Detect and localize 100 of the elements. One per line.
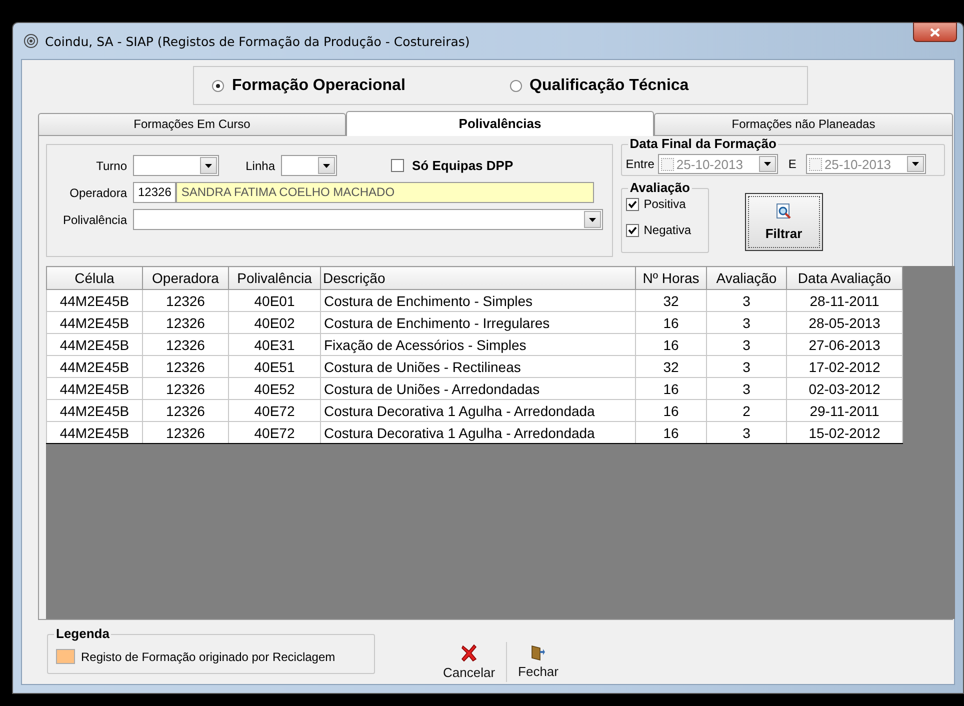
group-title: Avaliação [628,180,692,195]
search-icon [776,203,792,220]
tab[interactable]: Polivalências [346,111,654,136]
table-cell: Costura de Uniões - Rectilineas [320,356,636,378]
cross-icon [461,644,478,662]
table-cell: 3 [706,422,786,444]
date-picker[interactable]: 25-10-2013 [658,154,778,174]
table-cell: Costura de Enchimento - Irregulares [320,312,636,334]
column-header[interactable]: Avaliação [706,266,786,290]
checkbox[interactable] [391,159,404,172]
close-icon [930,28,940,36]
group-title: Legenda [54,626,112,641]
table-cell: 40E52 [228,378,320,400]
table-cell: 44M2E45B [46,334,142,356]
caret-icon [764,162,772,166]
group-title: Data Final da Formação [628,136,778,151]
table-cell: 40E72 [228,422,320,444]
checkbox-label: Negativa [644,223,692,237]
table-cell: 15-02-2012 [786,422,902,444]
date-picker[interactable]: 25-10-2013 [806,154,926,174]
close-button[interactable] [913,22,957,42]
table-cell: 2 [706,400,786,422]
table-cell: Fixação de Acessórios - Simples [320,334,636,356]
table-cell: 12326 [142,290,228,312]
table-cell: 32 [636,356,706,378]
table-cell: 44M2E45B [46,422,142,444]
table-cell: Costura Decorativa 1 Agulha - Arredondada [320,422,636,444]
input-field[interactable]: 12326 [133,182,176,203]
table-cell: 32 [636,290,706,312]
table-cell: 3 [706,290,786,312]
column-header[interactable]: Nº Horas [636,266,706,290]
table-cell: 44M2E45B [46,312,142,334]
checkbox[interactable] [626,224,639,236]
door-icon [531,645,546,661]
table-cell: 40E31 [228,334,320,356]
table-cell: 12326 [142,400,228,422]
field-label: Turno [95,158,128,172]
table-cell: 12326 [142,378,228,400]
table-cell: 12326 [142,422,228,444]
dropdown[interactable] [133,209,603,230]
table-cell: 16 [636,334,706,356]
tab[interactable]: Formações Em Curso [38,113,346,135]
radio-label: Formação Operacional [232,76,406,94]
tab[interactable]: Formações não Planeadas [654,113,953,135]
dropdown[interactable] [281,155,337,176]
column-header[interactable]: Data Avaliação [786,266,902,290]
checkbox-label: Só Equipas DPP [412,158,514,173]
window-title: Coindu, SA - SIAP (Registos de Formação da Produção - Costureiras) [45,34,470,48]
table-cell: 40E01 [228,290,320,312]
field-label: Entre [626,157,654,171]
table-cell: 12326 [142,312,228,334]
table-cell: 44M2E45B [46,378,142,400]
radio-button[interactable] [510,80,522,92]
table-cell: 12326 [142,356,228,378]
check-icon [628,226,637,234]
table-cell: 16 [636,400,706,422]
table-cell: 16 [636,422,706,444]
table-cell: 40E72 [228,400,320,422]
field-label: E [788,157,796,171]
table-cell: 3 [706,378,786,400]
table-cell: 28-11-2011 [786,290,902,312]
table-cell: 44M2E45B [46,290,142,312]
table-cell: 27-06-2013 [786,334,902,356]
column-header[interactable]: Polivalência [228,266,320,290]
check-icon [628,200,637,208]
caret-icon [912,162,920,166]
table-cell: 16 [636,312,706,334]
caret-icon [323,164,330,168]
toolbar-button[interactable]: Fechar [515,645,562,679]
field-label: Polivalência [62,212,128,226]
legend-label: Registo de Formação originado por Reciclagem [81,650,336,664]
table-cell: 02-03-2012 [786,378,902,400]
radio-label: Qualificação Técnica [530,76,689,94]
table-cell: Costura de Enchimento - Simples [320,290,636,312]
input-field[interactable]: SANDRA FATIMA COELHO MACHADO [176,182,594,203]
table-cell: 29-11-2011 [786,400,902,422]
table-cell: Costura de Uniões - Arredondadas [320,378,636,400]
column-header[interactable]: Descrição [320,266,636,290]
dropdown[interactable] [133,155,219,176]
table-cell: 3 [706,334,786,356]
column-header[interactable]: Célula [46,266,142,290]
toolbar-button[interactable]: Cancelar [440,644,498,680]
field-label: Operadora [68,186,128,200]
checkbox[interactable] [626,198,639,210]
radio-button[interactable] [212,80,224,92]
table-cell: 12326 [142,334,228,356]
caret-icon [589,218,596,222]
caret-icon [205,164,212,168]
column-header[interactable]: Operadora [142,266,228,290]
filter-button[interactable]: Filtrar [744,193,823,251]
checkbox[interactable] [661,158,674,170]
table-cell: 44M2E45B [46,356,142,378]
field-label: Linha [244,158,276,172]
table-cell: Costura Decorativa 1 Agulha - Arredondada [320,400,636,422]
table-cell: 3 [706,356,786,378]
checkbox-label: Positiva [644,197,686,211]
table-cell: 16 [636,378,706,400]
table-cell: 40E51 [228,356,320,378]
checkbox[interactable] [809,158,822,170]
table-cell: 44M2E45B [46,400,142,422]
